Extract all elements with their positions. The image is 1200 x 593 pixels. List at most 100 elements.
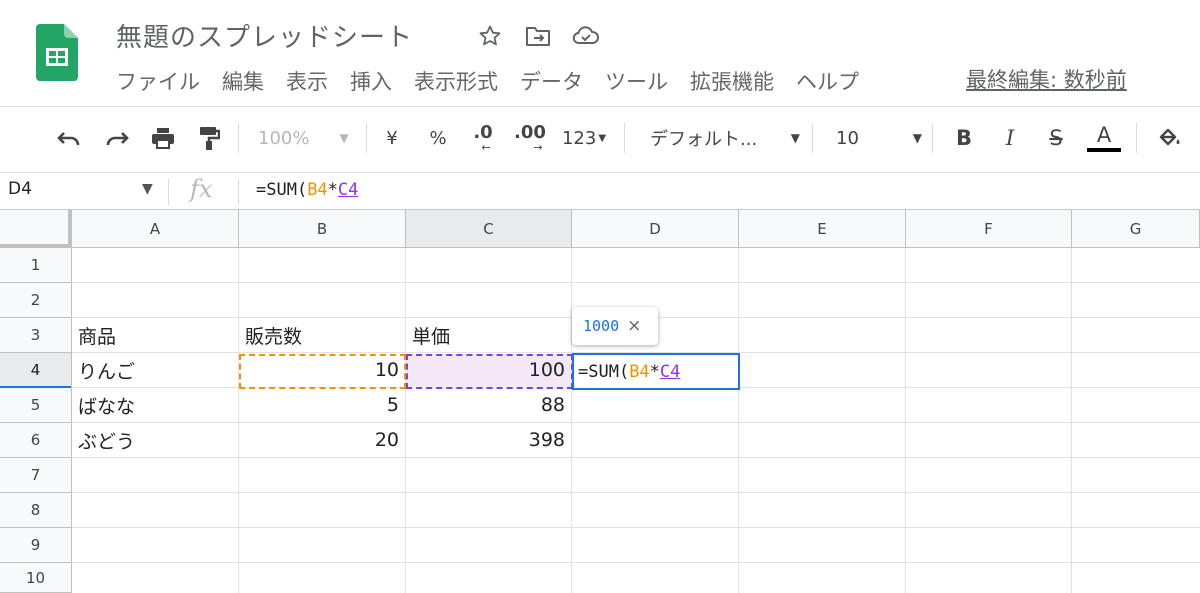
select-all-corner[interactable] [0,210,72,248]
percent-format-button[interactable]: % [424,121,452,155]
cell-b6[interactable]: 20 [239,423,405,457]
gridline [72,492,1200,493]
row-header-2[interactable]: 2 [0,283,72,318]
chevron-down-icon[interactable]: ▼ [142,181,153,197]
spreadsheet-grid: A B C D E F G 1 2 3 4 5 6 7 8 9 10 商品 販売… [0,210,1200,593]
menu-edit[interactable]: 編集 [222,66,264,96]
italic-button[interactable]: I [996,121,1024,155]
column-header-e[interactable]: E [739,210,906,248]
increase-decimal-button[interactable]: .00 → [510,121,550,155]
close-icon[interactable]: × [627,316,641,336]
chevron-down-icon: ▼ [912,131,922,145]
formula-ref-c4: C4 [337,180,359,200]
bold-button[interactable]: B [950,121,978,155]
menu-tools[interactable]: ツール [605,66,668,96]
editor-prefix: =SUM( [578,361,630,382]
column-header-b[interactable]: B [239,210,406,248]
cell-c5[interactable]: 88 [406,388,571,422]
toolbar-divider [812,123,813,153]
gridline [72,562,1200,563]
column-header-f[interactable]: F [906,210,1072,248]
editor-ref-b4: B4 [629,361,650,382]
row-header-10[interactable]: 10 [0,563,72,593]
menu-format[interactable]: 表示形式 [414,66,498,96]
toolbar: 100% ▼ ¥ % .0 ← .00 → 123 ▼ デフォルト... ▼ 1… [0,106,1200,168]
number-format-select[interactable]: 123 ▼ [556,121,612,155]
toolbar-divider [624,123,625,153]
text-color-button[interactable]: A [1086,121,1122,155]
preview-value: 1000 [583,317,620,335]
currency-format-button[interactable]: ¥ [378,121,406,155]
row-header-6[interactable]: 6 [0,423,72,458]
header: 無題のスプレッドシート ファイル 編集 表示 挿入 表示形式 データ ツール 拡… [0,0,1200,106]
menubar: ファイル 編集 表示 挿入 表示形式 データ ツール 拡張機能 ヘルプ [116,66,859,96]
menu-view[interactable]: 表示 [286,66,328,96]
font-size-select[interactable]: 10 ▼ [836,121,922,155]
gridline [72,527,1200,528]
cell-d4-editor[interactable]: =SUM(B4 * C4 [572,353,740,390]
column-header-d[interactable]: D [572,210,739,248]
paint-format-icon[interactable] [192,121,226,155]
arrow-right-icon: → [533,140,543,154]
font-select[interactable]: デフォルト... ▼ [650,121,800,155]
zoom-value: 100% [258,127,310,149]
cell-c6[interactable]: 398 [406,423,571,457]
row-header-7[interactable]: 7 [0,458,72,493]
cloud-status-icon[interactable] [570,20,602,52]
toolbar-divider [366,123,367,153]
formula-prefix: =SUM( [256,180,308,200]
row-header-5[interactable]: 5 [0,388,72,423]
print-icon[interactable] [146,121,180,155]
toolbar-divider [1136,123,1137,153]
column-header-g[interactable]: G [1072,210,1200,248]
document-title[interactable]: 無題のスプレッドシート [116,17,413,54]
formula-operator: * [327,180,338,200]
formula-bar: D4 ▼ fx =SUM(B4*C4 [0,172,1200,210]
font-size-value: 10 [836,127,859,149]
row-header-1[interactable]: 1 [0,248,72,283]
cell-b5[interactable]: 5 [239,388,405,422]
zoom-select[interactable]: 100% ▼ [258,121,358,155]
cell-c3[interactable]: 単価 [406,318,571,352]
column-header-a[interactable]: A [72,210,239,248]
cell-b4[interactable]: 10 [239,353,405,387]
menu-extensions[interactable]: 拡張機能 [690,66,774,96]
title-icons [474,20,602,52]
gridline [72,457,1200,458]
move-to-folder-icon[interactable] [522,20,554,52]
menu-help[interactable]: ヘルプ [796,66,859,96]
name-box[interactable]: D4 [8,179,32,199]
menu-insert[interactable]: 挿入 [350,66,392,96]
row-header-4[interactable]: 4 [0,353,72,389]
row-header-9[interactable]: 9 [0,528,72,563]
decrease-decimal-button[interactable]: .0 ← [466,121,500,155]
star-icon[interactable] [474,20,506,52]
redo-icon[interactable] [100,121,134,155]
cell-a5[interactable]: ばなな [72,388,238,422]
last-edit-link[interactable]: 最終編集: 数秒前 [966,64,1127,94]
undo-icon[interactable] [52,121,86,155]
font-label: デフォルト... [650,129,758,150]
menu-file[interactable]: ファイル [116,66,200,96]
cell-c4[interactable]: 100 [406,353,571,387]
cell-a4[interactable]: りんご [72,353,238,387]
cell-a3[interactable]: 商品 [72,318,238,352]
column-header-c[interactable]: C [406,210,572,248]
cell-b3[interactable]: 販売数 [239,318,405,352]
chevron-down-icon: ▼ [790,131,800,145]
text-color-swatch [1087,147,1121,152]
gridline [738,248,739,593]
sheets-logo-icon[interactable] [36,24,78,81]
arrow-left-icon: ← [481,140,491,154]
gridline [905,248,906,593]
formula-input[interactable]: =SUM(B4*C4 [256,180,358,200]
row-header-8[interactable]: 8 [0,493,72,528]
fill-color-icon[interactable] [1152,121,1186,155]
gridline [72,282,1200,283]
cell-a6[interactable]: ぶどう [72,423,238,457]
gridline [1071,248,1072,593]
row-header-3[interactable]: 3 [0,318,72,353]
strikethrough-button[interactable]: S [1042,121,1070,155]
menu-data[interactable]: データ [520,66,583,96]
formula-ref-b4: B4 [307,180,328,200]
